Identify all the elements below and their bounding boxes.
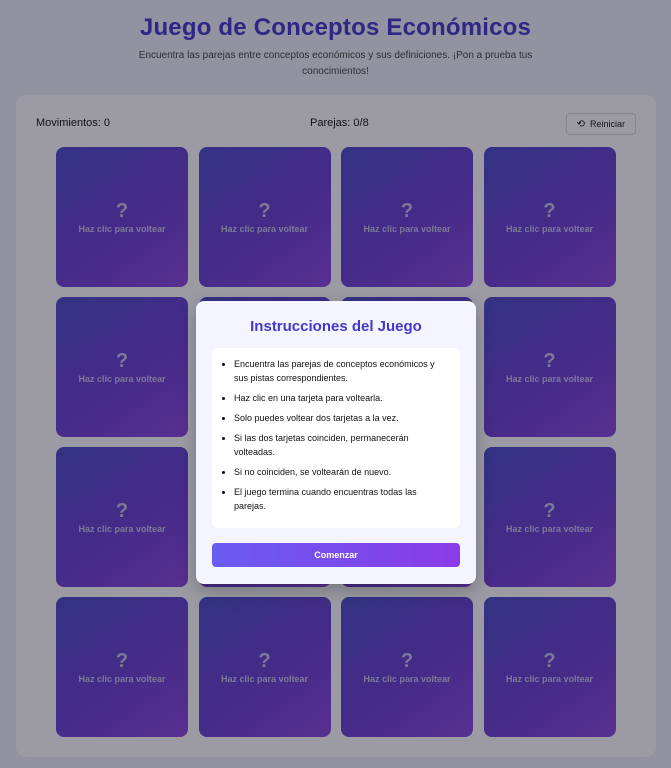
rules-list: Encuentra las parejas de conceptos econó… [212,348,460,528]
rule-item: Solo puedes voltear dos tarjetas a la ve… [234,411,450,425]
start-button[interactable]: Comenzar [212,543,460,567]
instructions-modal: Instrucciones del Juego Encuentra las pa… [196,301,476,584]
rule-item: Encuentra las parejas de conceptos econó… [234,357,450,385]
rule-item: Si no coinciden, se voltearán de nuevo. [234,465,450,479]
modal-title: Instrucciones del Juego [250,318,422,335]
rule-item: El juego termina cuando encuentras todas… [234,485,450,513]
rule-item: Haz clic en una tarjeta para voltearla. [234,391,450,405]
rule-item: Si las dos tarjetas coinciden, permanece… [234,431,450,459]
